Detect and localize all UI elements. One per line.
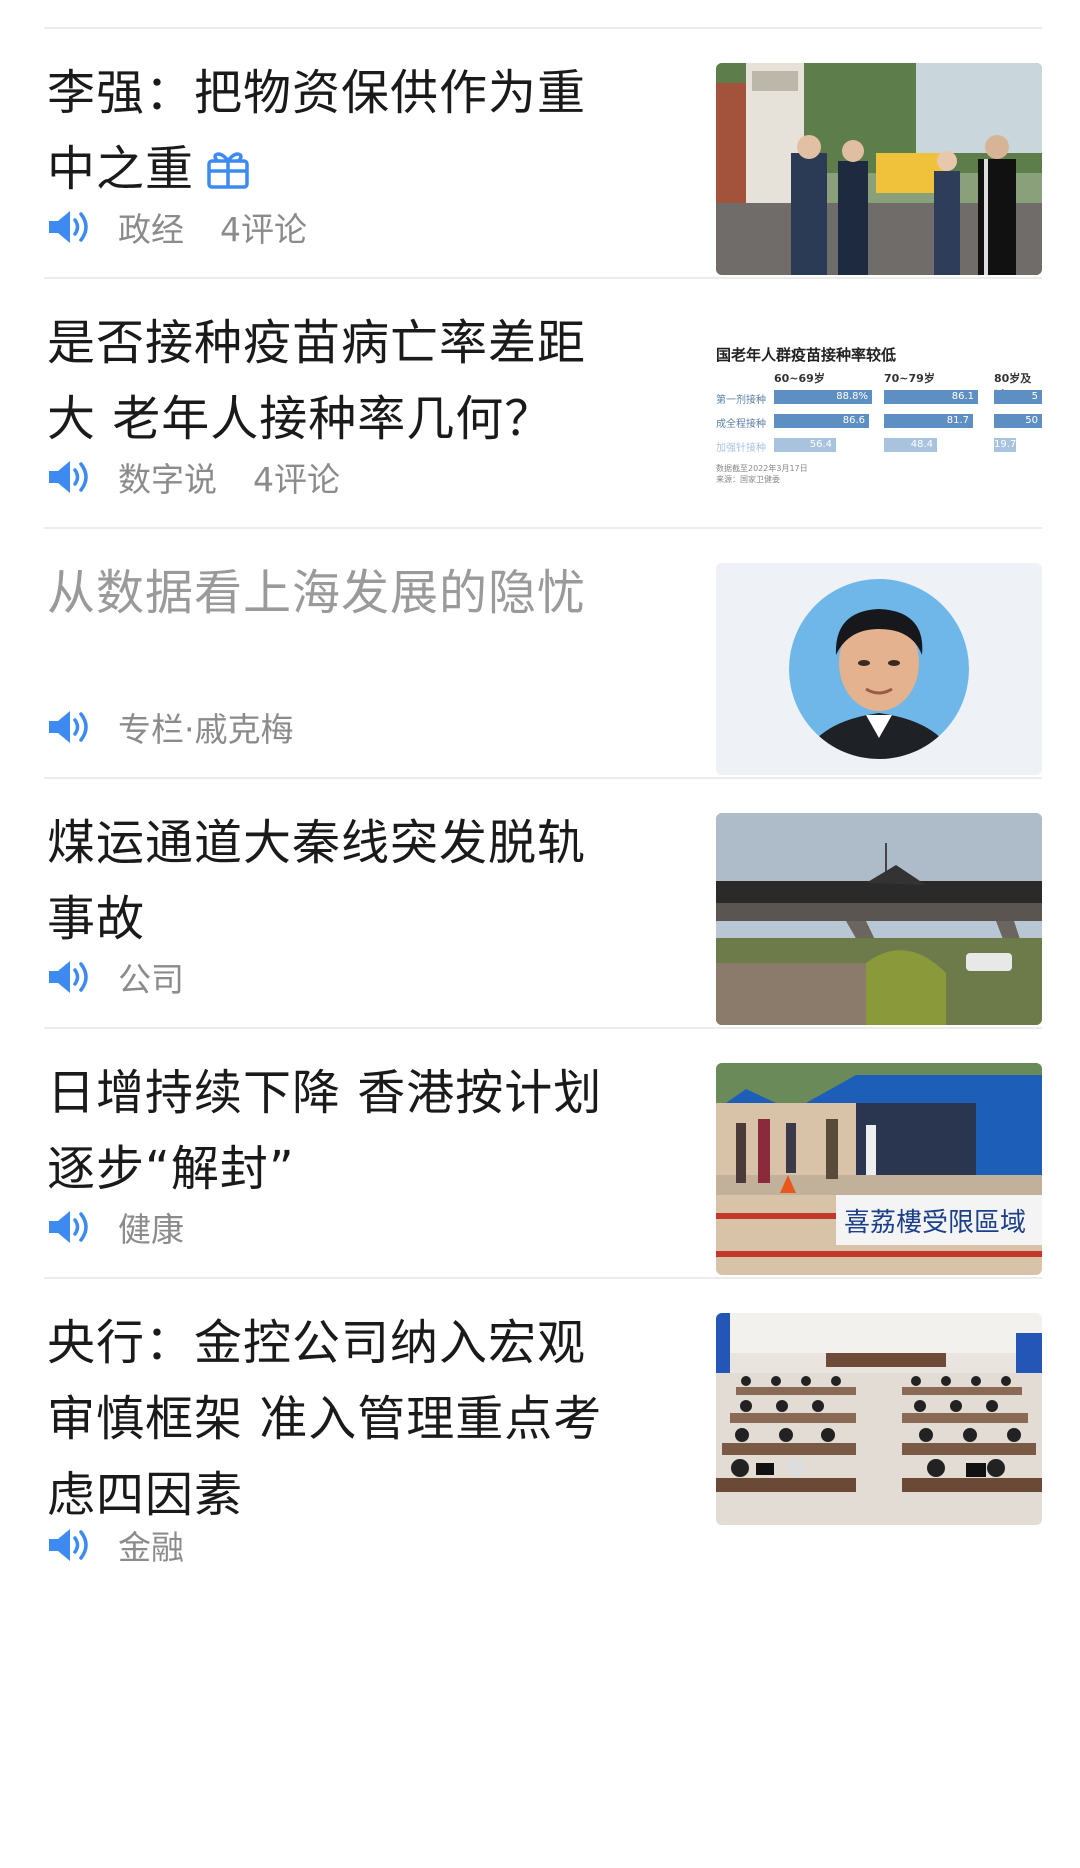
chart-bar: 50 [994,414,1042,428]
article-title[interactable]: 从数据看上海发展的隐忧 [47,555,657,631]
chart-source: 数据截至2022年3月17日 [716,464,808,473]
chart-bar: 48.4 [884,438,937,452]
article-thumbnail[interactable] [716,63,1042,275]
news-card[interactable]: 李强：把物资保供作为重 中之重 政经 4评论 [44,29,1042,279]
chart-bar: 86.6 [774,414,869,428]
article-thumbnail[interactable] [716,563,1042,775]
chart-bar: 88.8% [774,390,872,404]
category-tag[interactable]: 数字说 [118,453,217,501]
title-line: 事故 [47,891,146,947]
news-card[interactable]: 央行：金控公司纳入宏观 审慎框架 准入管理重点考 虑四因素 金融 [44,1279,1042,1868]
article-title[interactable]: 日增持续下降 香港按计划 逐步“解封” [47,1055,657,1207]
speaker-icon[interactable] [46,457,92,497]
title-line: 从数据看上海发展的隐忧 [47,565,587,621]
chart-source: 来源：国家卫健委 [716,475,780,484]
news-feed: 李强：把物资保供作为重 中之重 政经 4评论 是否接种疫苗病亡率差距 大 老年人… [0,0,1080,1868]
title-line: 审慎框架 准入管理重点考 [47,1391,603,1447]
comment-count[interactable]: 4评论 [220,203,307,251]
chart-bar: 19.7 [994,438,1017,452]
chart-row-label: 成全程接种 [716,419,766,430]
category-tag[interactable]: 金融 [118,1521,184,1569]
article-meta: 数字说 4评论 [46,455,376,499]
speaker-icon[interactable] [46,207,92,247]
article-title[interactable]: 煤运通道大秦线突发脱轨 事故 [47,805,657,957]
article-thumbnail[interactable]: 喜荔樓受限區域 [716,1063,1042,1275]
title-line: 煤运通道大秦线突发脱轨 [47,815,587,871]
title-line: 央行：金控公司纳入宏观 [47,1315,587,1371]
hk-banner-text: 喜荔樓受限區域 [844,1208,1026,1238]
columnist-avatar [716,563,1042,775]
chart-group-label: 70~79岁 [884,372,935,385]
title-line: 大 老年人接种率几何？ [47,391,554,447]
news-card[interactable]: 煤运通道大秦线突发脱轨 事故 公司 [44,779,1042,1029]
chart-bar: 5 [994,390,1042,404]
photo-hk-testing-site: 喜荔樓受限區域 [716,1063,1042,1275]
title-line: 日增持续下降 香港按计划 [47,1065,603,1121]
chart-thumbnail[interactable]: 国老年人群疫苗接种率较低 60~69岁 70~79岁 80岁及以 第一剂接种 8… [716,313,1042,525]
comment-count[interactable]: 4评论 [253,453,340,501]
article-title[interactable]: 李强：把物资保供作为重 中之重 [47,55,657,207]
article-thumbnail[interactable] [716,1313,1042,1525]
article-meta: 公司 [46,955,220,999]
article-title[interactable]: 是否接种疫苗病亡率差距 大 老年人接种率几何？ [47,305,657,457]
photo-conference-hall [716,1313,1042,1525]
title-line: 中之重 [47,131,657,207]
chart-row-label: 第一剂接种 [716,395,766,406]
article-meta: 政经 4评论 [46,205,343,249]
article-meta: 金融 [46,1523,220,1567]
photo-officials-inspection [716,63,1042,275]
chart-group-label: 60~69岁 [774,372,825,385]
chart-bar: 56.4 [774,438,836,452]
photo-derailed-train [716,813,1042,1025]
speaker-icon[interactable] [46,1207,92,1247]
article-meta: 健康 [46,1205,220,1249]
category-tag[interactable]: 公司 [118,953,184,1001]
chart-bar: 86.1 [884,390,978,404]
article-meta: 专栏·戚克梅 [46,705,330,749]
title-line: 李强：把物资保供作为重 [47,65,587,121]
category-tag[interactable]: 政经 [118,203,184,251]
speaker-icon[interactable] [46,707,92,747]
title-line: 逐步“解封” [47,1141,295,1197]
title-line: 是否接种疫苗病亡率差距 [47,315,587,371]
chart-title: 国老年人群疫苗接种率较低 [716,346,897,364]
chart-bar: 81.7 [884,414,973,428]
columnist-tag[interactable]: 专栏·戚克梅 [118,703,294,751]
speaker-icon[interactable] [46,957,92,997]
article-thumbnail[interactable] [716,813,1042,1025]
news-card[interactable]: 从数据看上海发展的隐忧 专栏·戚克梅 [44,529,1042,779]
news-card[interactable]: 是否接种疫苗病亡率差距 大 老年人接种率几何？ 数字说 4评论 国老年人群疫苗接… [44,279,1042,529]
news-card[interactable]: 日增持续下降 香港按计划 逐步“解封” 健康 喜荔樓受限區域 [44,1029,1042,1279]
gift-icon [207,152,249,189]
category-tag[interactable]: 健康 [118,1203,184,1251]
speaker-icon[interactable] [46,1525,92,1565]
article-title[interactable]: 央行：金控公司纳入宏观 审慎框架 准入管理重点考 虑四因素 [47,1305,657,1533]
chart-row-label: 加强针接种 [716,443,766,454]
